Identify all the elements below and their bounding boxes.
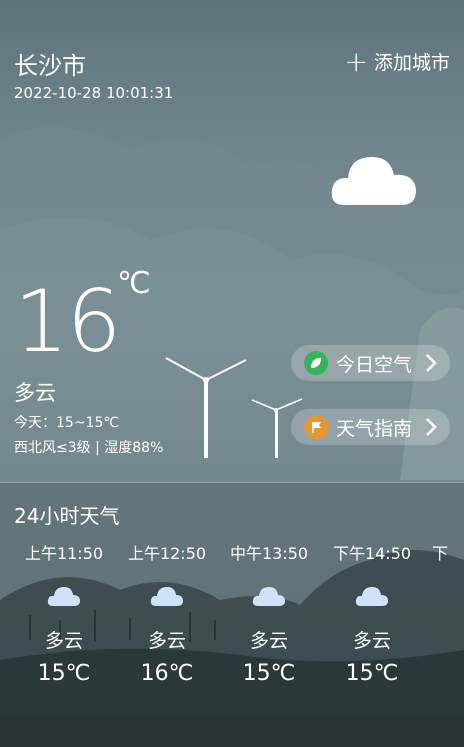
update-time: 2022-10-28 10:01:31	[14, 84, 174, 102]
air-quality-button[interactable]: 今日空气	[291, 345, 450, 381]
hourly-temp: 15℃	[345, 661, 399, 686]
chevron-right-icon	[426, 354, 437, 372]
hourly-temp: 15℃	[242, 661, 296, 686]
hourly-time: 上午12:50	[127, 544, 207, 563]
hourly-temp: 16℃	[140, 661, 194, 686]
hourly-temp: 15℃	[37, 661, 91, 686]
city-name: 长沙市	[14, 52, 86, 80]
hourly-time: 上午11:50	[24, 544, 104, 563]
hourly-condition: 多云	[352, 630, 391, 652]
wind-humidity: 西北风≤3级 | 湿度88%	[14, 440, 164, 456]
wind-turbine-icon	[165, 357, 247, 458]
hourly-time: 下午14:50	[332, 544, 412, 563]
cloud-icon	[47, 587, 80, 606]
hourly-item[interactable]: 上午11:50 多云 15℃	[14, 540, 114, 686]
cloud-icon	[150, 587, 183, 606]
current-temperature: 16	[14, 272, 121, 372]
chevron-right-icon	[426, 418, 437, 436]
cloud-icon	[331, 157, 416, 205]
weather-guide-label: 天气指南	[336, 417, 413, 440]
hourly-title: 24小时天气	[14, 504, 120, 528]
hourly-item[interactable]: 上午12:50 多云 16℃	[117, 540, 217, 686]
bottom-section	[0, 713, 464, 747]
hourly-item[interactable]: 下	[432, 540, 464, 562]
hourly-item[interactable]: 下午14:50 多云 15℃	[322, 540, 422, 686]
hourly-item[interactable]: 中午13:50 多云 15℃	[219, 540, 319, 686]
plus-icon: +	[344, 44, 368, 78]
today-range: 今天：15~15℃	[14, 415, 120, 431]
leaf-icon	[304, 351, 328, 375]
flag-icon	[304, 415, 328, 439]
weather-guide-button[interactable]: 天气指南	[291, 409, 450, 445]
hourly-condition: 多云	[44, 630, 83, 652]
hourly-condition: 多云	[147, 630, 186, 652]
add-city-button[interactable]: + 添加城市	[344, 44, 450, 78]
cloud-icon	[355, 587, 388, 606]
hourly-condition: 多云	[249, 630, 288, 652]
hourly-time: 中午13:50	[229, 544, 309, 563]
air-quality-label: 今日空气	[336, 353, 413, 376]
temperature-unit: ℃	[117, 266, 151, 301]
cloud-icon	[252, 587, 285, 606]
hourly-time: 下	[432, 544, 449, 562]
current-condition: 多云	[14, 381, 56, 405]
add-city-label: 添加城市	[373, 52, 450, 74]
